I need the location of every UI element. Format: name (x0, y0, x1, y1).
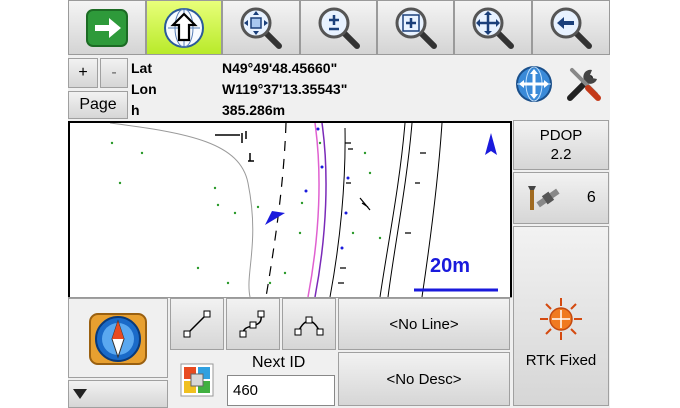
next-id-input[interactable]: 460 (227, 375, 335, 406)
arc-tool-button[interactable] (282, 298, 336, 350)
line-select-label: <No Line> (389, 315, 459, 333)
pan-icon (472, 7, 514, 49)
tools-icon (567, 68, 601, 101)
linework-top (215, 131, 254, 162)
next-button[interactable] (68, 0, 146, 55)
dropdown-triangle-icon (73, 389, 87, 399)
pan-button[interactable] (454, 0, 532, 55)
satellite-count: 6 (586, 189, 596, 206)
arc-line-icon (294, 316, 324, 336)
map-view[interactable]: 20m (68, 121, 512, 298)
dashed-line-1 (265, 122, 287, 298)
alignment-pink (307, 122, 320, 298)
next-id-label: Next ID (252, 354, 306, 371)
settings-button[interactable] (562, 64, 602, 104)
page-button[interactable]: Page (68, 91, 128, 119)
blue-points (304, 127, 350, 250)
rtk-status-label: RTK Fixed (525, 351, 597, 369)
north-arrow (485, 133, 497, 155)
zoom-window-button[interactable] (377, 0, 454, 55)
pdop-value: 2.2 (550, 146, 572, 163)
next-arrow-icon (86, 8, 128, 47)
satellite-icon (528, 186, 560, 210)
green-points (110, 141, 382, 285)
zoom-fit-button[interactable] (222, 0, 300, 55)
dropdown-button[interactable] (68, 380, 168, 408)
road-line (109, 122, 254, 298)
alignment-purple (314, 122, 327, 298)
edge-line-1 (329, 127, 346, 298)
desc-select-label: <No Desc> (386, 370, 462, 388)
lat-value: N49°49'48.45660" (222, 60, 338, 76)
compass-icon (89, 313, 147, 365)
line-tool-button[interactable] (170, 298, 224, 350)
zoom-minus-label: - (111, 64, 117, 81)
map-globe-button[interactable] (514, 64, 554, 104)
map-scale-label: 20m (430, 255, 471, 277)
north-up-button[interactable] (146, 0, 222, 55)
lon-value: W119°37'13.35543" (222, 81, 348, 97)
desc-select-button[interactable]: <No Desc> (338, 352, 510, 406)
back-arrow-icon (550, 7, 592, 49)
rtk-status-button[interactable]: RTK Fixed (513, 226, 609, 406)
lon-label: Lon (131, 81, 157, 97)
page-label: Page (79, 96, 117, 113)
curve-line-icon (239, 310, 265, 338)
edge-line-3 (387, 122, 413, 298)
polyline-tool-button[interactable] (226, 298, 280, 350)
globe-pan-icon (516, 66, 552, 102)
back-button[interactable] (532, 0, 610, 55)
zoom-window-icon (395, 7, 437, 49)
layers-button[interactable] (170, 352, 224, 408)
rtk-antenna-icon (540, 297, 582, 340)
zoom-in-out-icon (318, 7, 360, 49)
pdop-button[interactable]: PDOP 2.2 (513, 120, 609, 170)
next-id-value: 460 (233, 382, 259, 399)
zoom-plus-button[interactable]: + (68, 58, 98, 88)
layers-icon (180, 363, 214, 397)
satellites-button[interactable]: 6 (513, 172, 609, 224)
line-select-button[interactable]: <No Line> (338, 298, 510, 350)
marks (338, 142, 426, 284)
zoom-fit-icon (240, 7, 282, 49)
position-arrow (265, 211, 285, 225)
h-label: h (131, 102, 140, 118)
h-value: 385.286m (222, 102, 286, 118)
lat-label: Lat (131, 60, 152, 76)
compass-button[interactable] (68, 298, 168, 378)
zoom-plus-label: + (78, 64, 88, 81)
zoom-in-out-button[interactable] (300, 0, 377, 55)
pdop-label: PDOP (539, 127, 583, 144)
zoom-minus-button[interactable]: - (100, 58, 128, 88)
north-up-icon (164, 7, 204, 48)
straight-line-icon (183, 310, 211, 338)
